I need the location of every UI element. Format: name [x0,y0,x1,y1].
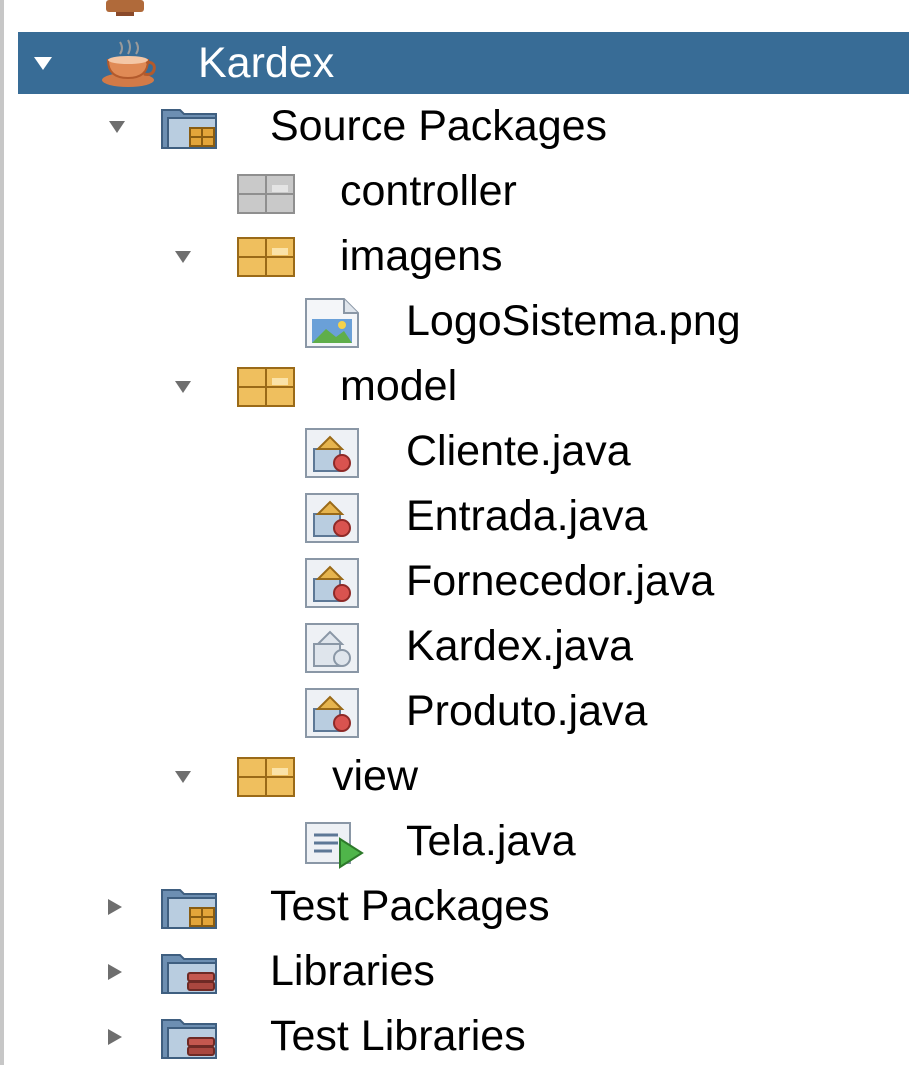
test-packages-folder-icon [161,889,217,929]
expand-arrow-down-icon[interactable] [172,376,194,398]
tree-label: LogoSistema.png [406,297,741,345]
tree-node-produto-file[interactable]: Produto.java [0,679,909,744]
tree-node-kardex-file[interactable]: Kardex.java [0,614,909,679]
test-libraries-folder-icon [161,1019,217,1059]
tree-node-logosistema-file[interactable]: LogoSistema.png [0,289,909,354]
tree-label: Test Packages [270,882,550,930]
tree-node-controller-package[interactable]: controller [0,159,909,224]
tree-node-model-package[interactable]: model [0,354,909,419]
tree-label: view [332,752,419,800]
expand-arrow-down-icon[interactable] [172,246,194,268]
java-class-icon [305,493,359,543]
tree-node-cliente-file[interactable]: Cliente.java [0,419,909,484]
project-tree: Kardex Source Packages controller imagen… [0,30,909,1069]
package-icon [237,367,295,407]
tree-node-imagens-package[interactable]: imagens [0,224,909,289]
expand-arrow-right-icon[interactable] [104,896,126,918]
tree-node-test-libraries[interactable]: Test Libraries [0,1004,909,1069]
expand-arrow-down-icon[interactable] [32,52,54,74]
tree-node-libraries[interactable]: Libraries [0,939,909,1004]
package-icon [237,237,295,277]
expand-arrow-right-icon[interactable] [104,1026,126,1048]
java-main-class-icon [305,822,364,869]
tree-label: imagens [340,232,503,280]
java-class-icon [305,428,359,478]
tree-label: Test Libraries [270,1012,526,1060]
tree-label: Source Packages [270,102,608,150]
expand-arrow-down-icon[interactable] [106,116,128,138]
java-class-icon [305,688,359,738]
tree-node-fornecedor-file[interactable]: Fornecedor.java [0,549,909,614]
source-packages-folder-icon [161,109,217,149]
expand-arrow-down-icon[interactable] [172,766,194,788]
empty-package-icon [237,174,295,214]
tree-label: Fornecedor.java [406,557,715,605]
tree-label: model [340,362,458,410]
coffee-cup-project-icon [102,39,156,87]
tree-label: Cliente.java [406,427,631,475]
tree-label: Kardex [198,38,335,87]
tree-label: controller [340,167,517,215]
tree-node-kardex-project[interactable]: Kardex [18,32,909,94]
tree-node-test-packages[interactable]: Test Packages [0,874,909,939]
java-class-icon [305,558,359,608]
tree-label: Tela.java [406,817,576,865]
image-file-icon [305,298,359,348]
java-class-icon [305,623,359,673]
tree-label: Produto.java [406,687,648,735]
libraries-folder-icon [161,954,217,994]
tree-node-tela-file[interactable]: Tela.java [0,809,909,874]
expand-arrow-right-icon[interactable] [104,961,126,983]
tree-label: Kardex.java [406,622,634,670]
tree-node-view-package[interactable]: view [0,744,909,809]
tree-label: Entrada.java [406,492,648,540]
tree-node-source-packages[interactable]: Source Packages [0,94,909,159]
tree-label: Libraries [270,947,435,995]
package-icon [237,757,295,797]
cut-off-icon [106,0,144,16]
tree-node-entrada-file[interactable]: Entrada.java [0,484,909,549]
